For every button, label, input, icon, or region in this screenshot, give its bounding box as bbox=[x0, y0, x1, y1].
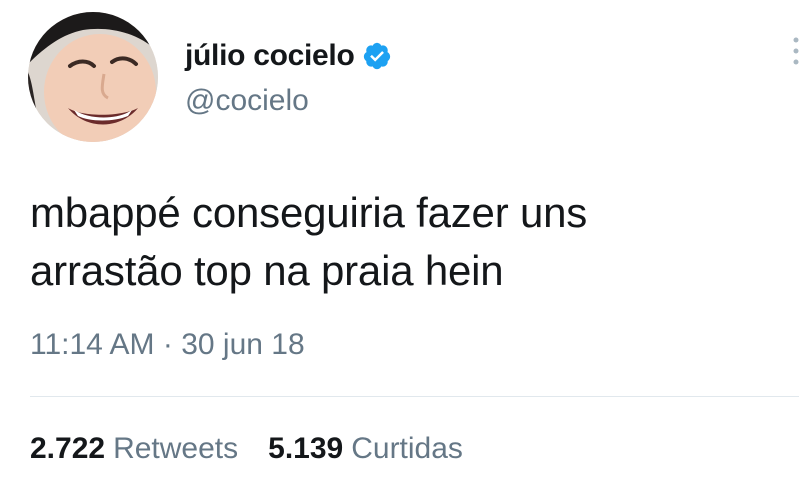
tweet-time: 11:14 AM bbox=[30, 328, 155, 361]
avatar[interactable] bbox=[28, 12, 158, 142]
retweets-label: Retweets bbox=[113, 432, 239, 465]
tweet-timestamp[interactable]: 11:14 AM · 30 jun 18 bbox=[30, 328, 305, 362]
likes-stat[interactable]: 5.139 Curtidas bbox=[268, 432, 463, 466]
divider bbox=[30, 396, 799, 397]
verified-badge-icon bbox=[362, 41, 392, 71]
likes-count: 5.139 bbox=[268, 432, 344, 465]
profile-photo bbox=[28, 12, 158, 142]
tweet-text-line: mbappé conseguiria fazer uns bbox=[30, 189, 588, 236]
display-name[interactable]: júlio cocielo bbox=[185, 39, 355, 73]
tweet-stats: 2.722 Retweets 5.139 Curtidas bbox=[30, 432, 493, 466]
likes-label: Curtidas bbox=[351, 432, 463, 465]
retweets-count: 2.722 bbox=[30, 432, 106, 465]
user-handle[interactable]: @cocielo bbox=[185, 84, 309, 118]
meta-separator: · bbox=[162, 328, 173, 361]
tweet-text-line: arrastão top na praia hein bbox=[30, 247, 504, 294]
tweet-text: mbappé conseguiria fazer uns arrastão to… bbox=[30, 184, 770, 300]
tweet-card: júlio cocielo @cocielo mbappé conseguiri… bbox=[0, 0, 799, 490]
user-name-row[interactable]: júlio cocielo bbox=[185, 36, 392, 76]
retweets-stat[interactable]: 2.722 Retweets bbox=[30, 432, 238, 466]
more-options-icon[interactable] bbox=[793, 36, 799, 66]
tweet-date: 30 jun 18 bbox=[181, 328, 305, 361]
